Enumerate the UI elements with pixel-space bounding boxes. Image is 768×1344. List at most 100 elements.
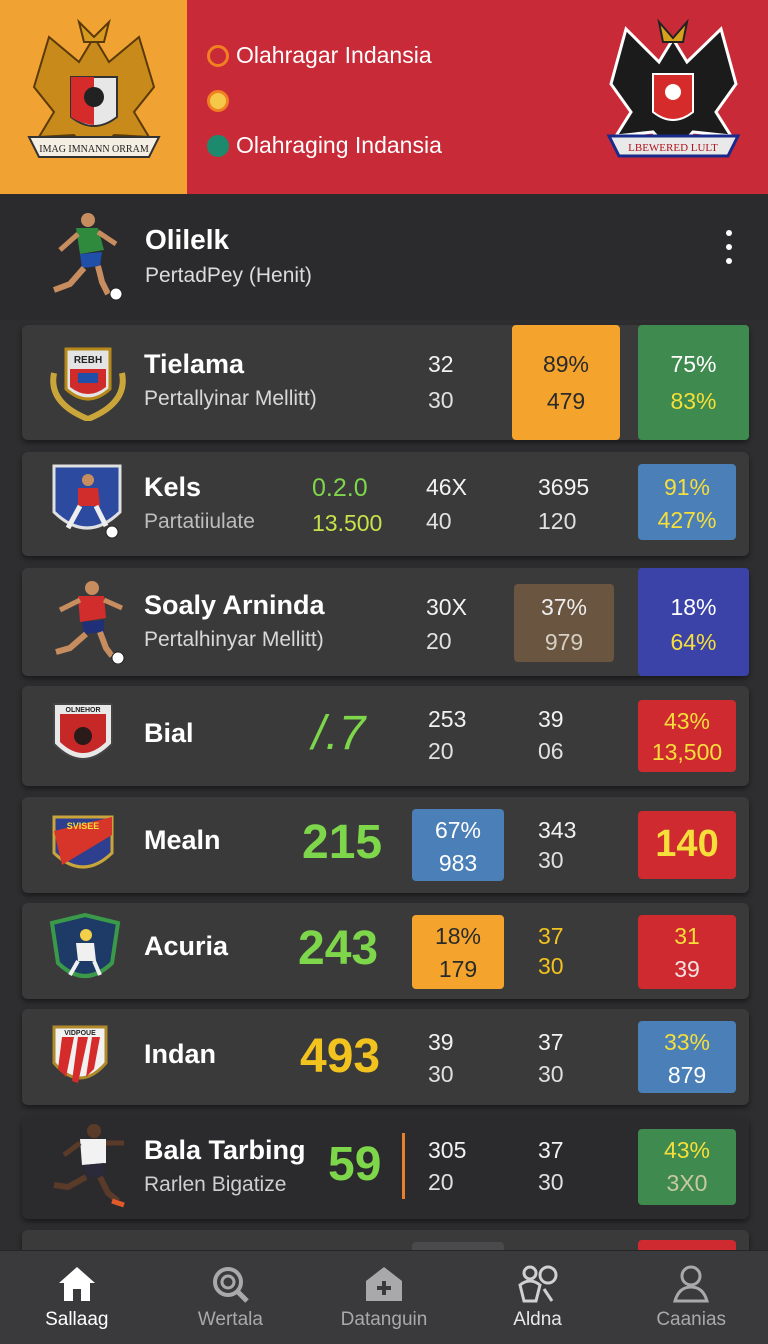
row-1-tile-1-value: 89%: [542, 351, 590, 377]
row-8-subtitle: Rarlen Bigatize: [144, 1173, 287, 1196]
row-6-tile-2-sub: 39: [674, 956, 700, 982]
row-5-stat-b: 30: [538, 847, 564, 873]
house-plus-icon: [365, 1267, 402, 1301]
player-kicking-icon: [55, 581, 125, 664]
list-item[interactable]: OLNEHOR Bial /.7 253 20 39 06 43% 13,500: [22, 686, 749, 786]
row-5-tile-2-value: 140: [655, 823, 719, 865]
banner-line-1[interactable]: Olahragar Indansia: [207, 42, 432, 69]
row-4-tile[interactable]: 43% 13,500: [638, 700, 736, 772]
garuda-emblem-left: IMAG IMNANN ORRAM: [26, 18, 161, 159]
row-3-tile-1-sub: 979: [544, 629, 584, 655]
row-7-tile[interactable]: 33% 879: [638, 1021, 736, 1093]
radio-outline-icon: [207, 44, 229, 67]
row-6-name: Acuria: [144, 931, 229, 961]
row-5-tile-1[interactable]: 67% 983: [412, 809, 504, 881]
row-2-name: Kels: [144, 472, 202, 502]
row-7-tile-value: 33%: [663, 1029, 711, 1055]
row-7-stat-c: 37: [538, 1029, 564, 1055]
row-8-stat-d: 30: [538, 1169, 564, 1195]
feature-subtitle: PertadPey (Henit): [145, 264, 312, 287]
home-icon: [58, 1267, 95, 1301]
row-2-tile-sub: 427%: [657, 507, 717, 533]
row-1-stat-b: 30: [428, 387, 454, 413]
banner-right-panel: Olahragar Indansia Olahraging Indansia L…: [187, 0, 768, 194]
nav-data-label: Datanguin: [340, 1309, 428, 1330]
bottom-navigation: Sallaag Wertala Datanguin Aldna Caanias: [0, 1250, 768, 1344]
row-4-stat-a: 253: [428, 706, 467, 732]
banner-line-2[interactable]: [207, 90, 236, 112]
row-7-stat-b: 30: [428, 1061, 454, 1087]
row-5-tile-2[interactable]: 140: [638, 811, 736, 879]
row-3-tile-2[interactable]: 18% 64%: [638, 568, 749, 676]
row-8-big-value: 59: [328, 1138, 382, 1191]
row-3-tile-1-value: 37%: [540, 594, 588, 620]
club-shield-icon: OLNEHOR: [53, 703, 113, 760]
nav-profile-label: Caanias: [656, 1309, 727, 1330]
list-item[interactable]: Soaly Arninda Pertalhinyar Mellitt) 30X …: [22, 568, 749, 676]
row-1-stat-a: 32: [428, 351, 454, 377]
player-kicking-icon: [52, 213, 123, 301]
nav-data[interactable]: Datanguin: [307, 1251, 461, 1344]
player-shield-icon: [49, 913, 121, 978]
featured-item[interactable]: Olilelk PertadPey (Henit): [0, 194, 768, 320]
row-2-subtitle: Partatiiulate: [144, 510, 255, 533]
row-4-stat-c: 39: [538, 706, 564, 732]
club-shield-icon: VIDPOUE: [52, 1025, 108, 1083]
row-8-stat-b: 20: [428, 1169, 454, 1195]
nav-players-label: Aldna: [513, 1309, 562, 1330]
radio-filled-icon: [207, 90, 229, 112]
row-5-crest-text: SVISEE: [67, 821, 100, 831]
nav-search-label: Wertala: [197, 1309, 263, 1330]
row-2-green-a: 0.2.0: [312, 474, 368, 502]
nav-search[interactable]: Wertala: [154, 1251, 308, 1344]
emblem-left-motto: IMAG IMNANN ORRAM: [39, 144, 149, 155]
row-2-stat-c: 3695: [538, 474, 590, 500]
row-2-green-b: 13.500: [312, 510, 383, 536]
row-6-tile-1[interactable]: 18% 179: [412, 915, 504, 989]
row-5-stat-a: 343: [538, 817, 577, 843]
row-4-crest-text: OLNEHOR: [66, 707, 101, 714]
search-icon: [213, 1267, 250, 1303]
row-8-tile[interactable]: 43% 3X0: [638, 1129, 736, 1205]
row-5-tile-1-sub: 983: [438, 850, 478, 876]
garuda-emblem-right: LBEWERED LULT: [606, 18, 741, 158]
list-item[interactable]: Acuria 243 18% 179 37 30 31 39: [22, 903, 749, 999]
row-4-stat-b: 20: [428, 738, 454, 764]
row-4-stat-d: 06: [538, 738, 564, 764]
row-2-tile-value: 91%: [663, 474, 711, 500]
nav-players[interactable]: Aldna: [461, 1251, 615, 1344]
club-crest-icon: REBH: [50, 347, 126, 421]
nav-profile[interactable]: Caanias: [614, 1251, 768, 1344]
row-8-stat-a: 305: [428, 1137, 467, 1163]
row-1-tile-1[interactable]: 89% 479: [512, 325, 620, 440]
list-item[interactable]: SVISEE Mealn 215 67% 983 343 30 140: [22, 797, 749, 893]
row-2-tile[interactable]: 91% 427%: [638, 464, 736, 540]
header-banner: IMAG IMNANN ORRAM Olahragar Indansia Ola…: [0, 0, 768, 194]
row-6-tile-1-sub: 179: [438, 956, 478, 982]
feature-title: Olilelk: [145, 224, 230, 255]
row-8-tile-value: 43%: [663, 1137, 711, 1163]
row-3-subtitle: Pertalhinyar Mellitt): [144, 628, 324, 651]
list-item[interactable]: VIDPOUE Indan 493 39 30 37 30 33% 879: [22, 1009, 749, 1105]
row-6-tile-2[interactable]: 31 39: [638, 915, 736, 989]
list-item[interactable]: Kels Partatiiulate 0.2.0 13.500 46X 40 3…: [22, 452, 749, 556]
row-3-tile-1[interactable]: 37% 979: [514, 584, 614, 662]
banner-line-3[interactable]: Olahraging Indansia: [207, 132, 442, 159]
row-4-name: Bial: [144, 718, 194, 748]
player-running-icon: [53, 1124, 125, 1208]
row-4-tile-sub: 13,500: [651, 739, 723, 765]
row-3-stat-b: 20: [426, 628, 452, 654]
row-1-name: Tielama: [144, 349, 245, 379]
row-5-tile-1-value: 67%: [434, 817, 482, 843]
row-6-tile-2-value: 31: [674, 923, 700, 949]
nav-home[interactable]: Sallaag: [0, 1251, 154, 1344]
nav-home-label: Sallaag: [45, 1309, 109, 1330]
row-7-name: Indan: [144, 1039, 216, 1069]
row-7-tile-sub: 879: [667, 1062, 707, 1088]
list-item[interactable]: Bala Tarbing Rarlen Bigatize 59 305 20 3…: [22, 1117, 749, 1219]
more-options-icon[interactable]: [726, 230, 734, 272]
user-icon: [673, 1265, 710, 1303]
row-6-big-value: 243: [298, 922, 379, 975]
row-1-tile-2[interactable]: 75% 83%: [638, 325, 749, 440]
list-item[interactable]: REBH Tielama Pertallyinar Mellitt) 32 30…: [22, 325, 749, 440]
